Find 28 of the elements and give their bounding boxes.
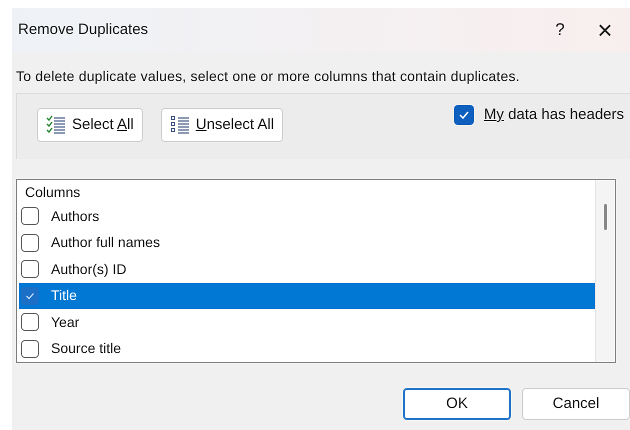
list-icon [170, 115, 190, 135]
column-item[interactable]: Year [19, 309, 595, 336]
column-item[interactable]: Author full names [19, 230, 595, 256]
checkmark-icon [25, 290, 35, 301]
checkbox[interactable] [21, 340, 39, 358]
instruction-text: To delete duplicate values, select one or more columns that contain duplicates. [16, 67, 521, 86]
list-header: Columns [24, 182, 82, 202]
column-item[interactable]: Author(s) ID [19, 256, 595, 282]
checkbox[interactable] [454, 105, 474, 126]
checkbox[interactable] [21, 313, 39, 332]
scrollbar[interactable] [595, 180, 615, 362]
checklist-icon [46, 115, 66, 135]
checkmark-icon [458, 109, 470, 122]
close-button[interactable]: × [580, 10, 630, 50]
checkbox-label: My data has headers [484, 105, 624, 125]
help-button[interactable]: ? [540, 10, 580, 50]
checkbox[interactable] [21, 286, 39, 305]
checkbox[interactable] [21, 207, 39, 226]
unselect-all-button[interactable]: Unselect All [160, 108, 284, 142]
checkbox[interactable] [21, 234, 39, 252]
column-item[interactable]: Source title [19, 336, 595, 362]
select-all-button[interactable]: Select All [37, 108, 143, 142]
column-item[interactable]: Authors [19, 203, 595, 230]
ok-button[interactable]: OK [403, 388, 511, 420]
checkbox[interactable] [21, 260, 39, 278]
cancel-button[interactable]: Cancel [522, 388, 630, 420]
window-title: Remove Duplicates [18, 20, 150, 40]
column-item[interactable]: Title [19, 282, 595, 309]
